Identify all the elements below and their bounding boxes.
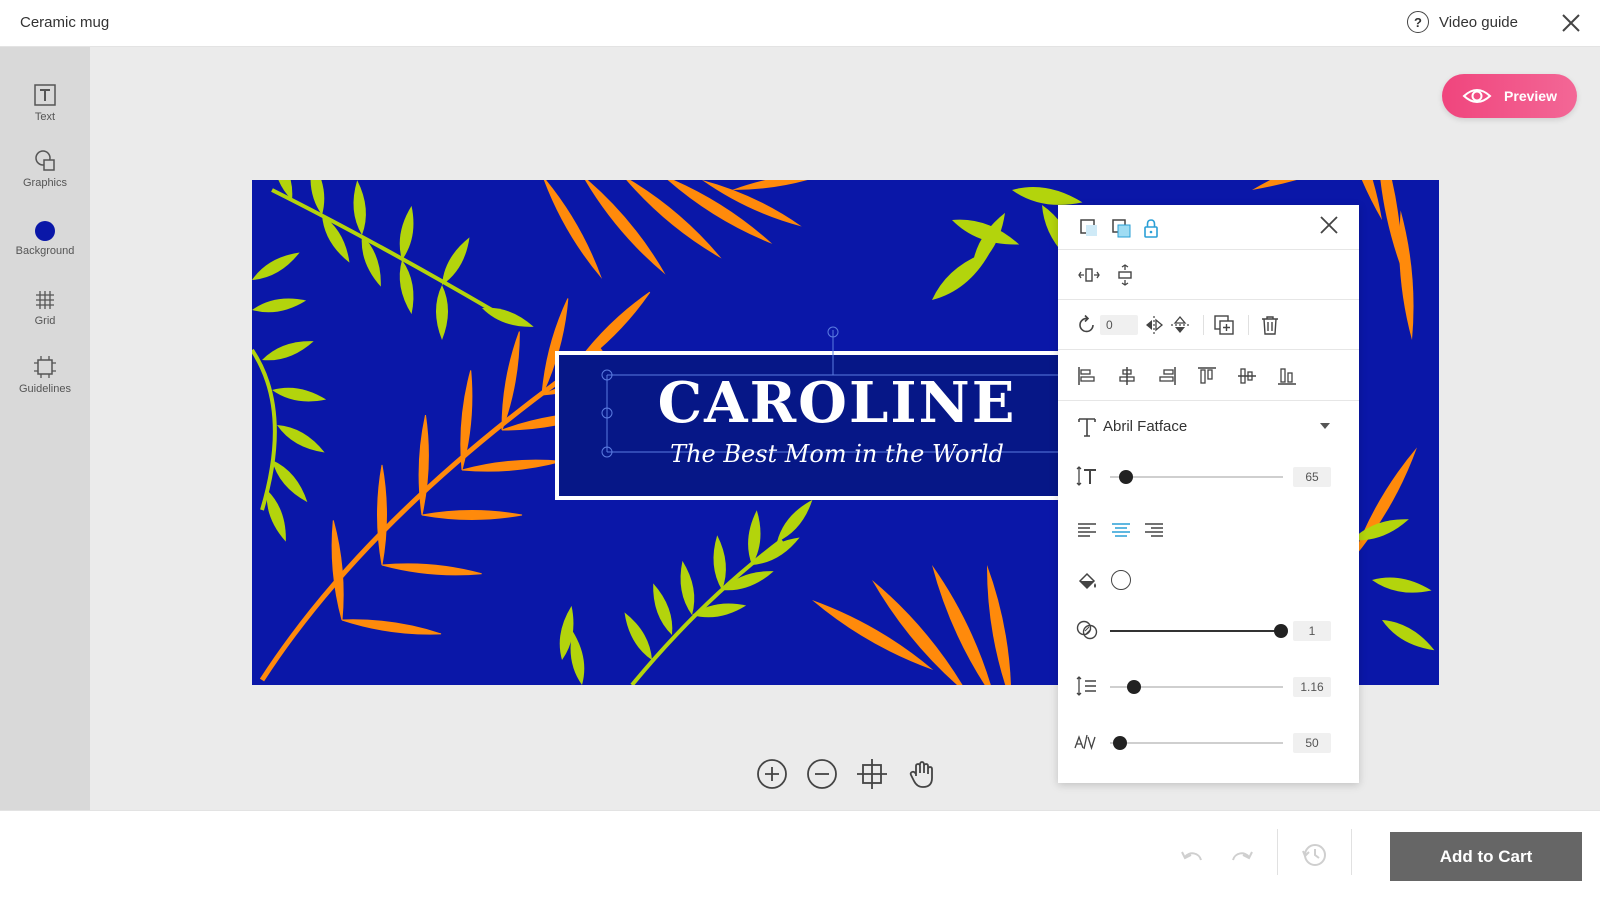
text-color-row: [1058, 555, 1359, 605]
letter-spacing-slider[interactable]: [1110, 742, 1283, 744]
divider: [1203, 315, 1204, 335]
sidebar-item-background[interactable]: Background: [0, 221, 90, 257]
panel-transform-row: 0: [1058, 300, 1359, 350]
font-size-slider-thumb[interactable]: [1119, 470, 1133, 484]
lock-icon[interactable]: [1140, 217, 1162, 239]
text-align-right-icon[interactable]: [1143, 519, 1165, 541]
align-left-icon[interactable]: [1076, 365, 1098, 387]
divider: [1351, 829, 1352, 875]
video-guide-label: Video guide: [1439, 13, 1518, 31]
preview-label: Preview: [1504, 88, 1557, 104]
undo-icon[interactable]: [1178, 841, 1206, 869]
add-to-cart-button[interactable]: Add to Cart: [1390, 832, 1582, 881]
bring-forward-icon[interactable]: [1110, 217, 1132, 239]
text-tool-icon: [34, 84, 56, 106]
sidebar-item-grid[interactable]: Grid: [0, 289, 90, 327]
align-top-icon[interactable]: [1196, 365, 1218, 387]
opacity-slider-thumb[interactable]: [1274, 624, 1288, 638]
send-backward-icon[interactable]: [1078, 217, 1100, 239]
background-color-swatch: [35, 221, 55, 241]
close-panel-icon[interactable]: [1318, 214, 1340, 236]
opacity-input[interactable]: 1: [1293, 621, 1331, 641]
pan-hand-icon[interactable]: [906, 758, 938, 790]
letter-spacing-input[interactable]: 50: [1293, 733, 1331, 753]
sidebar-item-text[interactable]: Text: [0, 83, 90, 123]
footer-bar: Add to Cart: [0, 810, 1600, 900]
text-align-row: [1058, 505, 1359, 555]
header: Ceramic mug ? Video guide: [0, 0, 1600, 47]
line-height-input[interactable]: 1.16: [1293, 677, 1331, 697]
design-name-text[interactable]: CAROLINE: [647, 375, 1027, 431]
opacity-icon: [1076, 620, 1098, 640]
delete-icon[interactable]: [1259, 314, 1281, 336]
panel-font-row[interactable]: Abril Fatface: [1058, 401, 1359, 451]
eye-icon: [1462, 89, 1492, 103]
font-size-input[interactable]: 65: [1293, 467, 1331, 487]
preview-button[interactable]: Preview: [1442, 74, 1577, 118]
font-family-select[interactable]: Abril Fatface: [1103, 418, 1187, 435]
fit-to-screen-icon[interactable]: [856, 758, 888, 790]
stretch-horizontal-icon[interactable]: [1078, 264, 1100, 286]
panel-align-row: [1058, 350, 1359, 401]
design-subtitle-text[interactable]: The Best Mom in the World: [647, 442, 1027, 466]
product-title: Ceramic mug: [20, 14, 110, 31]
sidebar-item-label: Background: [15, 245, 75, 257]
line-height-slider-thumb[interactable]: [1127, 680, 1141, 694]
letter-spacing-slider-thumb[interactable]: [1113, 736, 1127, 750]
close-icon[interactable]: [1560, 12, 1582, 34]
guidelines-icon: [34, 356, 56, 378]
zoom-out-icon[interactable]: [806, 758, 838, 790]
stretch-vertical-icon[interactable]: [1114, 264, 1136, 286]
panel-layer-row: [1058, 205, 1359, 250]
opacity-slider[interactable]: [1110, 630, 1283, 632]
rotate-icon[interactable]: [1076, 314, 1098, 336]
zoom-in-icon[interactable]: [756, 758, 788, 790]
flip-vertical-icon[interactable]: [1169, 314, 1191, 336]
rotation-input[interactable]: 0: [1100, 315, 1138, 335]
line-height-icon: [1076, 676, 1096, 696]
sidebar-item-label: Grid: [34, 315, 56, 327]
line-height-row: 1.16: [1058, 661, 1359, 711]
chevron-down-icon[interactable]: [1320, 423, 1330, 429]
tool-sidebar: Text Graphics Background Grid Guidelines: [0, 47, 90, 810]
sidebar-item-label: Text: [34, 111, 56, 123]
font-size-row: 65: [1058, 451, 1359, 501]
redo-icon[interactable]: [1228, 841, 1256, 869]
align-bottom-icon[interactable]: [1276, 365, 1298, 387]
letter-spacing-row: 50: [1058, 717, 1359, 767]
text-properties-panel: 0 Abril Fatface 65 1 1.16 50: [1058, 205, 1359, 783]
video-guide-link[interactable]: ? Video guide: [1407, 11, 1518, 33]
history-icon[interactable]: [1300, 841, 1328, 869]
grid-icon: [36, 291, 54, 309]
flip-horizontal-icon[interactable]: [1143, 314, 1165, 336]
align-middle-icon[interactable]: [1236, 365, 1258, 387]
font-icon: [1078, 418, 1096, 437]
sidebar-item-graphics[interactable]: Graphics: [0, 149, 90, 189]
sidebar-item-guidelines[interactable]: Guidelines: [0, 355, 90, 395]
letter-spacing-icon: [1074, 734, 1096, 751]
font-size-slider[interactable]: [1110, 476, 1283, 478]
panel-stretch-row: [1058, 250, 1359, 300]
shapes-icon: [35, 150, 55, 171]
help-icon: ?: [1407, 11, 1430, 33]
opacity-row: 1: [1058, 605, 1359, 655]
text-color-swatch[interactable]: [1111, 570, 1131, 590]
align-right-icon[interactable]: [1156, 365, 1178, 387]
sidebar-item-label: Guidelines: [19, 383, 71, 395]
divider: [1248, 315, 1249, 335]
text-align-left-icon[interactable]: [1076, 519, 1098, 541]
canvas-tools: [756, 758, 938, 790]
sidebar-item-label: Graphics: [22, 177, 68, 189]
align-center-horizontal-icon[interactable]: [1116, 365, 1138, 387]
fill-bucket-icon[interactable]: [1076, 569, 1098, 591]
divider: [1277, 829, 1278, 875]
text-align-center-icon[interactable]: [1110, 519, 1132, 541]
duplicate-icon[interactable]: [1213, 314, 1235, 336]
font-size-icon: [1076, 466, 1096, 486]
